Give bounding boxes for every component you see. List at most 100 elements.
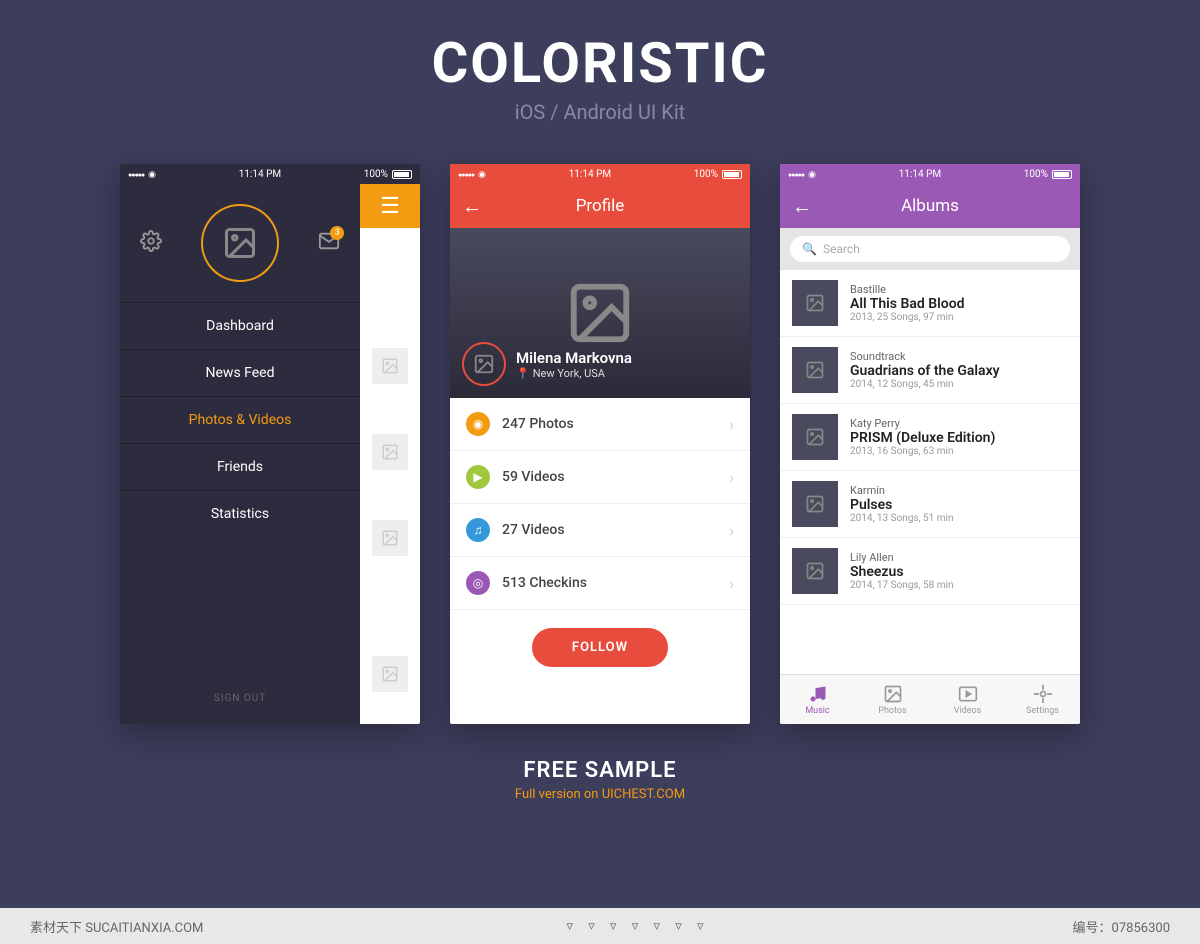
hero-subtitle: iOS / Android UI Kit [0,100,1200,124]
album-artist: Karmin [850,484,953,497]
tab-label: Videos [954,706,982,716]
status-time: 11:14 PM [239,169,281,180]
cover-image: Milena Markovna 📍New York, USA [450,228,750,398]
album-artist: Bastille [850,283,965,296]
tab-music[interactable]: Music [780,675,855,724]
stat-row[interactable]: ▶ 59 Videos › [450,451,750,504]
gear-icon[interactable] [140,230,162,256]
tag-dots: ▿ ▿ ▿ ▿ ▿ ▿ ▿ [566,919,709,934]
stat-label: 513 Checkins [502,575,587,591]
mail-badge-count: 3 [330,226,344,240]
stat-icon: ◎ [466,571,490,595]
stat-icon: ▶ [466,465,490,489]
wifi-icon [148,169,156,180]
album-artist: Soundtrack [850,350,1000,363]
footer-title: FREE SAMPLE [0,758,1200,783]
tab-label: Music [805,706,829,716]
album-thumbnail [792,347,838,393]
album-title: Pulses [850,497,953,513]
status-time: 11:14 PM [899,169,941,180]
tab-label: Photos [878,706,906,716]
stat-row[interactable]: ◎ 513 Checkins › [450,557,750,610]
album-row[interactable]: SoundtrackGuadrians of the Galaxy2014, 1… [780,337,1080,404]
tab-settings[interactable]: Settings [1005,675,1080,724]
stat-icon: ◉ [466,412,490,436]
menu-item[interactable]: Friends [120,443,360,490]
nav-bar: ← Profile [450,184,750,228]
menu-item[interactable]: Photos & Videos [120,396,360,443]
phone-albums: 11:14 PM 100% ← Albums 🔍 Search Bastille… [780,164,1080,724]
album-detail: 2014, 13 Songs, 51 min [850,513,953,524]
back-icon[interactable]: ← [462,194,482,219]
menu-item[interactable]: Dashboard [120,302,360,349]
menu-item[interactable]: News Feed [120,349,360,396]
battery-icon [722,170,742,179]
back-icon[interactable]: ← [792,194,812,219]
signal-icon [458,169,474,180]
stat-label: 59 Videos [502,469,565,485]
album-detail: 2014, 17 Songs, 58 min [850,580,953,591]
hamburger-icon[interactable]: ☰ [360,184,420,228]
search-placeholder: Search [823,242,860,256]
nav-title: Profile [576,196,625,216]
album-detail: 2013, 16 Songs, 63 min [850,446,995,457]
stat-icon: ♫ [466,518,490,542]
album-artist: Lily Allen [850,551,953,564]
stat-label: 247 Photos [502,416,574,432]
album-row[interactable]: Katy PerryPRISM (Deluxe Edition)2013, 16… [780,404,1080,471]
sign-out-button[interactable]: SIGN OUT [120,673,360,724]
avatar[interactable] [201,204,279,282]
phone-menu: 11:14 PM 100% 3 DashboardNews Feed [120,164,420,724]
thumbnail [372,656,408,692]
tab-label: Settings [1026,706,1059,716]
pin-icon: 📍 [516,367,530,380]
album-thumbnail [792,280,838,326]
album-title: Sheezus [850,564,953,580]
profile-location: 📍New York, USA [516,367,632,380]
footer-sub: Full version on UICHEST.COM [0,787,1200,802]
signal-icon [128,169,144,180]
album-title: All This Bad Blood [850,296,965,312]
tab-videos[interactable]: Videos [930,675,1005,724]
search-container: 🔍 Search [780,228,1080,270]
chevron-right-icon: › [729,574,734,593]
phone-profile: 11:14 PM 100% ← Profile Milena Markovna … [450,164,750,724]
album-row[interactable]: BastilleAll This Bad Blood2013, 25 Songs… [780,270,1080,337]
stat-row[interactable]: ♫27 Videos› [450,504,750,557]
wifi-icon [478,169,486,180]
stat-label: 27 Videos [502,522,565,538]
content-peek: ☰ [360,184,420,724]
status-time: 11:14 PM [569,169,611,180]
battery-icon [392,170,412,179]
mail-icon[interactable]: 3 [318,230,340,256]
album-thumbnail [792,481,838,527]
album-thumbnail [792,414,838,460]
footer: FREE SAMPLE Full version on UICHEST.COM [0,758,1200,802]
search-input[interactable]: 🔍 Search [790,236,1070,262]
bottom-strip: 素材天下 SUCAITIANXIA.COM ▿ ▿ ▿ ▿ ▿ ▿ ▿ 编号：0… [0,908,1200,944]
profile-avatar[interactable] [462,342,506,386]
footer-link[interactable]: UICHEST.COM [602,787,685,802]
follow-button[interactable]: FOLLOW [532,628,668,667]
album-title: Guadrians of the Galaxy [850,363,1000,379]
nav-bar: ← Albums [780,184,1080,228]
menu-item[interactable]: Statistics [120,490,360,537]
stats-list: ◉ 247 Photos › ▶ 59 Videos › ♫ 27 Videos › ◎ 513 C… [450,398,750,610]
stat-row[interactable]: ◉ 247 Photos › [450,398,750,451]
chevron-right-icon: › [729,415,734,434]
chevron-right-icon: › [729,468,734,487]
status-bar: 11:14 PM 100% [450,164,750,184]
battery-pct: 100% [694,169,718,180]
album-row[interactable]: Lily AllenSheezus2014, 17 Songs, 58 min [780,538,1080,605]
album-detail: 2013, 25 Songs, 97 min [850,312,965,323]
thumbnail [372,520,408,556]
profile-name: Milena Markovna [516,349,632,367]
id-label: 编号：07856300 [1073,917,1170,936]
nav-title: Albums [901,196,959,216]
album-detail: 2014, 12 Songs, 45 min [850,379,1000,390]
album-row[interactable]: KarminPulses2014, 13 Songs, 51 min [780,471,1080,538]
album-title: PRISM (Deluxe Edition) [850,430,995,446]
tab-photos[interactable]: Photos [855,675,930,724]
hero-title: COLORISTIC [0,30,1200,96]
wifi-icon [808,169,816,180]
